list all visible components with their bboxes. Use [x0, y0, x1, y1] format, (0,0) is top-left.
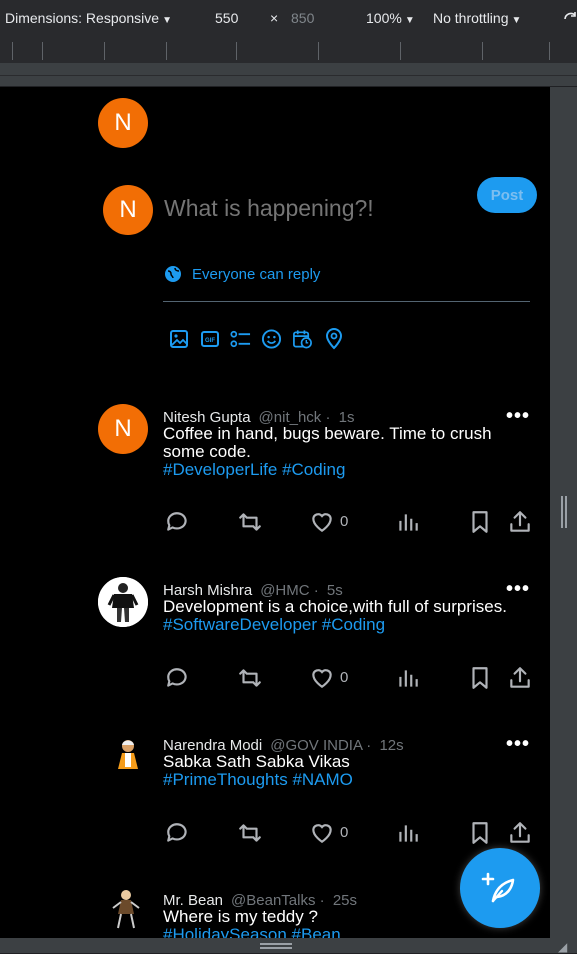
person-photo — [103, 886, 153, 936]
views-icon[interactable] — [393, 818, 423, 848]
height-input[interactable]: 850 — [291, 10, 314, 26]
retweet-icon[interactable] — [235, 507, 265, 537]
zoom-dropdown[interactable]: 100% ▼ — [366, 10, 415, 26]
retweet-icon[interactable] — [235, 663, 265, 693]
tweet-text: Development is a choice,with full of sur… — [163, 598, 523, 634]
avatar[interactable]: N — [98, 404, 148, 454]
resize-handle-right[interactable] — [561, 496, 567, 528]
dimensions-dropdown[interactable]: Dimensions: Responsive ▼ — [5, 10, 172, 26]
dimensions-label: Dimensions: Responsive — [5, 10, 160, 26]
tweet-text: Sabka Sath Sabka Vikas #PrimeThoughts #N… — [163, 753, 523, 789]
share-icon[interactable] — [505, 818, 535, 848]
rotate-icon[interactable] — [562, 10, 577, 28]
divider — [163, 301, 530, 302]
throttling-label: No throttling — [433, 10, 509, 26]
tweet-hashtags[interactable]: #SoftwareDeveloper #Coding — [163, 615, 385, 634]
tweet-compose-input[interactable] — [164, 195, 464, 222]
like-count: 0 — [340, 513, 349, 530]
avatar[interactable] — [103, 731, 153, 781]
reply-setting-button[interactable]: Everyone can reply — [164, 265, 320, 283]
tweet-text: Coffee in hand, bugs beware. Time to cru… — [163, 425, 523, 479]
zoom-label: 100% — [366, 10, 402, 26]
like-count: 0 — [340, 669, 349, 686]
feather-plus-icon — [481, 872, 515, 903]
avatar[interactable] — [103, 886, 153, 936]
resize-corner-icon[interactable]: ◢ — [558, 940, 567, 954]
like-icon[interactable] — [307, 507, 337, 537]
chevron-down-icon: ▼ — [404, 15, 415, 26]
location-icon[interactable] — [323, 328, 344, 350]
tweet-body: Sabka Sath Sabka Vikas — [163, 752, 350, 771]
avatar[interactable]: N — [98, 98, 148, 148]
person-photo — [103, 731, 153, 781]
emoji-icon[interactable] — [261, 328, 282, 350]
bookmark-icon[interactable] — [465, 663, 495, 693]
devtools-device-toolbar: Dimensions: Responsive ▼ 550 × 850 100% ▼ … — [0, 0, 577, 38]
bookmark-icon[interactable] — [465, 818, 495, 848]
retweet-icon[interactable] — [235, 818, 265, 848]
throttling-dropdown[interactable]: No throttling ▼ — [433, 10, 521, 26]
tweet-body: Development is a choice,with full of sur… — [163, 597, 507, 616]
compose-tweet-button[interactable] — [460, 848, 540, 928]
globe-icon — [165, 266, 181, 282]
tweet-time: 25s — [332, 892, 357, 909]
width-input[interactable]: 550 — [215, 10, 238, 26]
tweet-hashtags[interactable]: #PrimeThoughts #NAMO — [163, 770, 353, 789]
reply-icon[interactable] — [163, 818, 193, 848]
page-viewport: N N Post Everyone can reply GIF N Nitesh… — [0, 87, 550, 938]
poll-icon[interactable] — [230, 328, 251, 350]
resize-handle-bottom[interactable] — [260, 943, 292, 949]
tweet-hashtags[interactable]: #HolidaySeason #Bean — [163, 925, 341, 939]
media-query-ruler — [0, 38, 577, 64]
avatar[interactable] — [98, 577, 148, 627]
post-button[interactable]: Post — [477, 177, 537, 213]
share-icon[interactable] — [505, 663, 535, 693]
tweet-hashtags[interactable]: #DeveloperLife #Coding — [163, 460, 345, 479]
person-photo — [98, 577, 148, 627]
views-icon[interactable] — [393, 507, 423, 537]
share-icon[interactable] — [505, 507, 535, 537]
schedule-icon[interactable] — [292, 328, 313, 350]
chevron-down-icon: ▼ — [511, 15, 522, 26]
ruler-strip — [0, 64, 577, 86]
views-icon[interactable] — [393, 663, 423, 693]
bookmark-icon[interactable] — [465, 507, 495, 537]
tweet-body: Where is my teddy ? — [163, 907, 318, 926]
image-icon[interactable] — [168, 328, 189, 350]
like-count: 0 — [340, 824, 349, 841]
reply-icon[interactable] — [163, 507, 193, 537]
times-symbol: × — [270, 10, 279, 26]
reply-setting-label: Everyone can reply — [192, 265, 321, 283]
composer-toolbar: GIF — [168, 328, 344, 350]
like-icon[interactable] — [307, 663, 337, 693]
svg-text:GIF: GIF — [205, 338, 215, 344]
gif-icon[interactable]: GIF — [199, 328, 220, 350]
reply-icon[interactable] — [163, 663, 193, 693]
tweet-body: Coffee in hand, bugs beware. Time to cru… — [163, 424, 492, 461]
chevron-down-icon: ▼ — [162, 15, 172, 26]
tweet-time: 12s — [379, 737, 404, 754]
composer-avatar[interactable]: N — [103, 185, 153, 235]
like-icon[interactable] — [307, 818, 337, 848]
